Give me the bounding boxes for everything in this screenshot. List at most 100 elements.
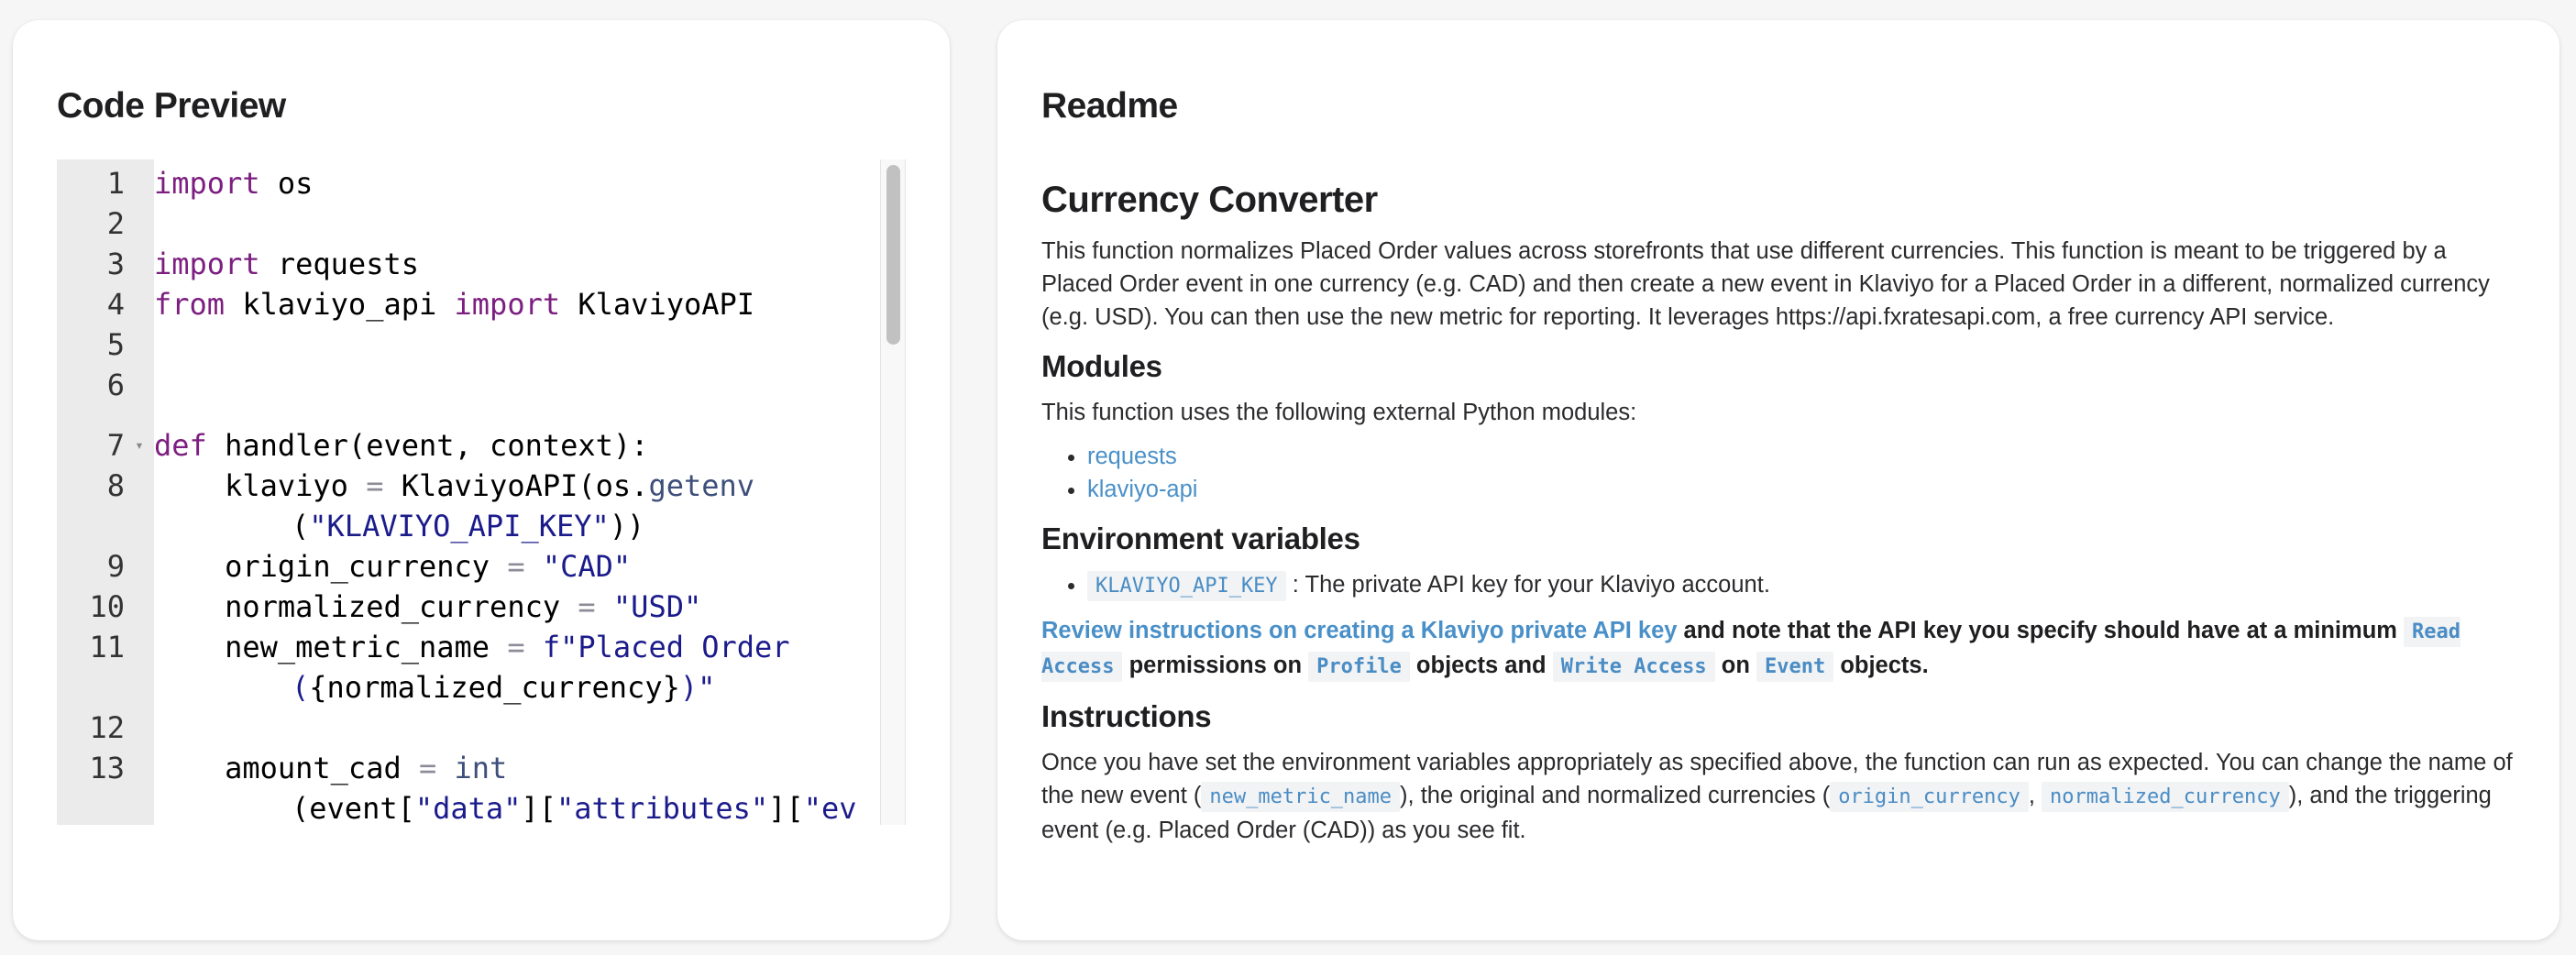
api-key-instructions-link[interactable]: Review instructions on creating a Klaviy…	[1041, 618, 1677, 643]
code-source: import os	[154, 163, 880, 203]
code-line: 10 normalized_currency = "USD"	[57, 587, 880, 627]
line-number: 10	[89, 589, 125, 624]
code-new-metric-name: new_metric_name	[1201, 782, 1401, 812]
line-number: 4	[106, 287, 125, 322]
code-line: 4 from klaviyo_api import KlaviyoAPI	[57, 284, 880, 324]
code-source: from klaviyo_api import KlaviyoAPI	[154, 284, 880, 324]
line-number: 5	[106, 327, 125, 362]
code-editor[interactable]: 1 import os 2 3 import requests 4 from klaviy…	[57, 159, 906, 825]
env-item: KLAVIYO_API_KEY : The private API key fo…	[1087, 568, 2517, 603]
code-token: "attributes"	[556, 791, 769, 825]
instructions-text: Once you have set the environment variab…	[1041, 746, 2517, 847]
code-token: normalized_currency	[154, 589, 578, 624]
code-token: requests	[259, 247, 419, 281]
code-token: klaviyo_api	[225, 287, 455, 322]
code-token: "CAD"	[542, 549, 632, 584]
module-link-klaviyo-api[interactable]: klaviyo-api	[1087, 477, 1197, 502]
code-editor-scrollbar[interactable]	[880, 159, 906, 825]
env-note-text: objects and	[1409, 653, 1553, 678]
code-token: import	[154, 166, 260, 201]
env-note-text: permissions on	[1122, 653, 1309, 678]
code-line: 2	[57, 203, 880, 244]
code-token: ][	[768, 791, 804, 825]
module-item: klaviyo-api	[1087, 473, 2517, 506]
code-line: 9 origin_currency = "CAD"	[57, 546, 880, 587]
code-line: 11 new_metric_name = f"Placed Order ({nor…	[57, 627, 880, 708]
code-token: import	[454, 287, 561, 322]
env-var-code: KLAVIYO_API_KEY	[1087, 571, 1286, 601]
code-source	[154, 708, 880, 748]
code-token: amount_cad	[154, 751, 419, 785]
line-number: 1	[106, 166, 125, 201]
code-token: KlaviyoAPI(os.	[383, 468, 649, 503]
code-normalized-currency: normalized_currency	[2042, 782, 2289, 812]
code-lines: 1 import os 2 3 import requests 4 from klaviy…	[57, 159, 880, 825]
readme-title: Readme	[1041, 86, 1178, 126]
code-token: =	[507, 630, 525, 664]
code-token: origin_currency	[154, 549, 508, 584]
env-note: Review instructions on creating a Klaviy…	[1041, 614, 2517, 684]
code-source: import requests	[154, 244, 880, 284]
code-profile: Profile	[1308, 652, 1410, 682]
fold-arrow-icon[interactable]: ▾	[125, 425, 154, 466]
code-token: getenv	[648, 468, 755, 503]
module-link-requests[interactable]: requests	[1087, 444, 1177, 469]
code-source	[154, 324, 880, 365]
code-token: from	[154, 287, 226, 322]
code-source	[154, 365, 880, 405]
readme-content: Currency Converter This function normali…	[1041, 178, 2517, 858]
code-source: def handler(event, context):	[154, 425, 880, 466]
code-wrapped-continuation: (event["data"]["attributes"]["ev	[154, 788, 880, 825]
code-write-access: Write Access	[1552, 652, 1715, 682]
code-token: ][	[521, 791, 556, 825]
readme-heading: Currency Converter	[1041, 180, 1378, 220]
line-number: 13	[89, 751, 125, 785]
code-origin-currency: origin_currency	[1830, 782, 2029, 812]
modules-list: requests klaviyo-api	[1041, 440, 2517, 506]
code-token: (event[	[292, 791, 415, 825]
code-token: "data"	[414, 791, 522, 825]
line-number: 3	[106, 247, 125, 281]
code-preview-title: Code Preview	[57, 86, 286, 126]
code-line: 8 klaviyo = KlaviyoAPI(os.getenv ("KLAVIY…	[57, 466, 880, 546]
module-item: requests	[1087, 440, 2517, 473]
code-token: =	[578, 589, 596, 624]
code-token: ))	[609, 509, 645, 543]
readme-intro: This function normalizes Placed Order va…	[1041, 238, 2490, 330]
code-token: handler(event, context):	[206, 428, 649, 463]
code-wrapped-continuation: ({normalized_currency})"	[154, 667, 880, 708]
env-heading: Environment variables	[1041, 521, 1360, 555]
code-source: amount_cad = int (event["data"]["attribut…	[154, 748, 880, 825]
instructions-text-part: ,	[2028, 783, 2042, 808]
line-number: 7	[106, 428, 125, 463]
instructions-text-part: ), the original and normalized currencie…	[1400, 783, 1831, 808]
env-note-text: on	[1714, 653, 1756, 678]
modules-text: This function uses the following externa…	[1041, 400, 1637, 425]
code-token: import	[154, 247, 260, 281]
env-list: KLAVIYO_API_KEY : The private API key fo…	[1041, 568, 2517, 603]
code-token: klaviyo	[154, 468, 367, 503]
code-token: =	[507, 549, 525, 584]
code-token: def	[154, 428, 207, 463]
code-line: 6	[57, 365, 880, 405]
env-note-text: objects.	[1833, 653, 1929, 678]
line-number: 8	[106, 468, 125, 503]
line-number: 2	[106, 206, 125, 241]
line-number: 12	[89, 710, 125, 745]
line-number: 6	[106, 368, 125, 402]
code-token: {normalized_currency}	[309, 670, 680, 705]
code-line: 5	[57, 324, 880, 365]
line-number: 11	[89, 630, 125, 664]
code-preview-panel: Code Preview 1 import os 2 3 import request…	[13, 20, 950, 940]
code-token: (	[292, 670, 310, 705]
scrollbar-thumb[interactable]	[886, 165, 900, 345]
